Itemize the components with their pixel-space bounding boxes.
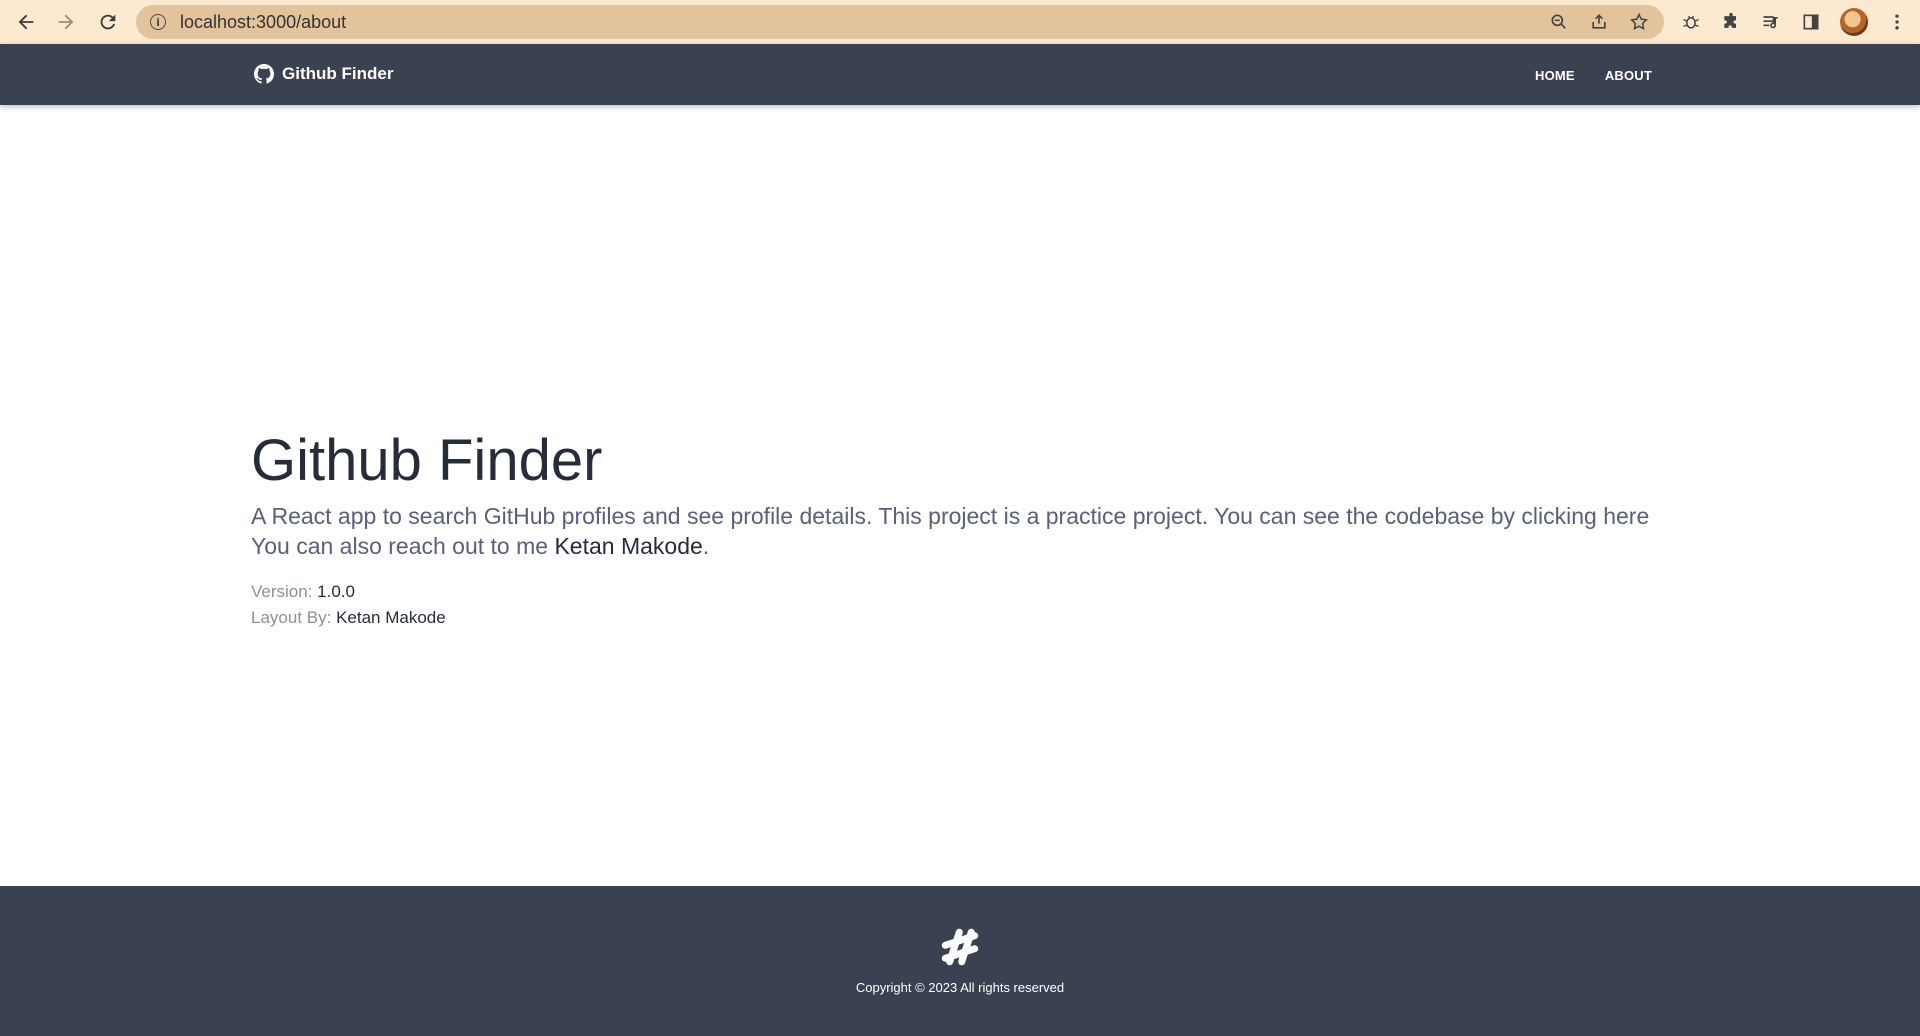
extensions-icon[interactable] bbox=[1720, 11, 1742, 33]
zoom-icon[interactable] bbox=[1548, 11, 1570, 33]
nav-about-link[interactable]: ABOUT bbox=[1605, 68, 1652, 83]
nav-home-link[interactable]: HOME bbox=[1535, 68, 1575, 83]
app-navbar: Github Finder HOME ABOUT bbox=[0, 44, 1920, 105]
reload-icon[interactable] bbox=[88, 2, 128, 42]
page-description: A React app to search GitHub profiles an… bbox=[251, 501, 1671, 561]
brand-link[interactable]: Github Finder bbox=[254, 64, 393, 84]
menu-icon[interactable] bbox=[1886, 11, 1908, 33]
version-label: Version: bbox=[251, 582, 318, 601]
meta-info: Version: 1.0.0 Layout By: Ketan Makode bbox=[251, 579, 1671, 631]
info-icon[interactable]: i bbox=[150, 14, 166, 30]
url-text[interactable]: localhost:3000/about bbox=[180, 12, 346, 33]
description-text: A React app to search GitHub profiles an… bbox=[251, 503, 1650, 559]
author-link[interactable]: Ketan Makode bbox=[554, 533, 702, 559]
back-icon[interactable] bbox=[6, 2, 46, 42]
page-footer: Copyright © 2023 All rights reserved bbox=[0, 886, 1920, 1036]
version-value: 1.0.0 bbox=[317, 582, 355, 601]
layout-row: Layout By: Ketan Makode bbox=[251, 605, 1671, 631]
layout-value: Ketan Makode bbox=[336, 608, 446, 627]
profile-avatar[interactable] bbox=[1840, 8, 1868, 36]
version-row: Version: 1.0.0 bbox=[251, 579, 1671, 605]
address-bar[interactable]: i localhost:3000/about bbox=[136, 5, 1664, 39]
share-icon[interactable] bbox=[1588, 11, 1610, 33]
forward-icon[interactable] bbox=[46, 2, 86, 42]
page-title: Github Finder bbox=[251, 428, 603, 493]
bug-icon[interactable] bbox=[1680, 11, 1702, 33]
brand-title[interactable]: Github Finder bbox=[282, 64, 393, 84]
copyright-text: Copyright © 2023 All rights reserved bbox=[855, 980, 1065, 995]
media-icon[interactable] bbox=[1760, 11, 1782, 33]
sidepanel-icon[interactable] bbox=[1800, 11, 1822, 33]
description-period: . bbox=[702, 533, 710, 559]
github-icon bbox=[254, 64, 274, 84]
about-section: Github Finder A React app to search GitH… bbox=[251, 425, 1671, 631]
layout-label: Layout By: bbox=[251, 608, 337, 627]
browser-toolbar: i localhost:3000/about bbox=[0, 0, 1920, 44]
star-icon[interactable] bbox=[1628, 11, 1650, 33]
slack-hash-icon bbox=[941, 928, 979, 966]
